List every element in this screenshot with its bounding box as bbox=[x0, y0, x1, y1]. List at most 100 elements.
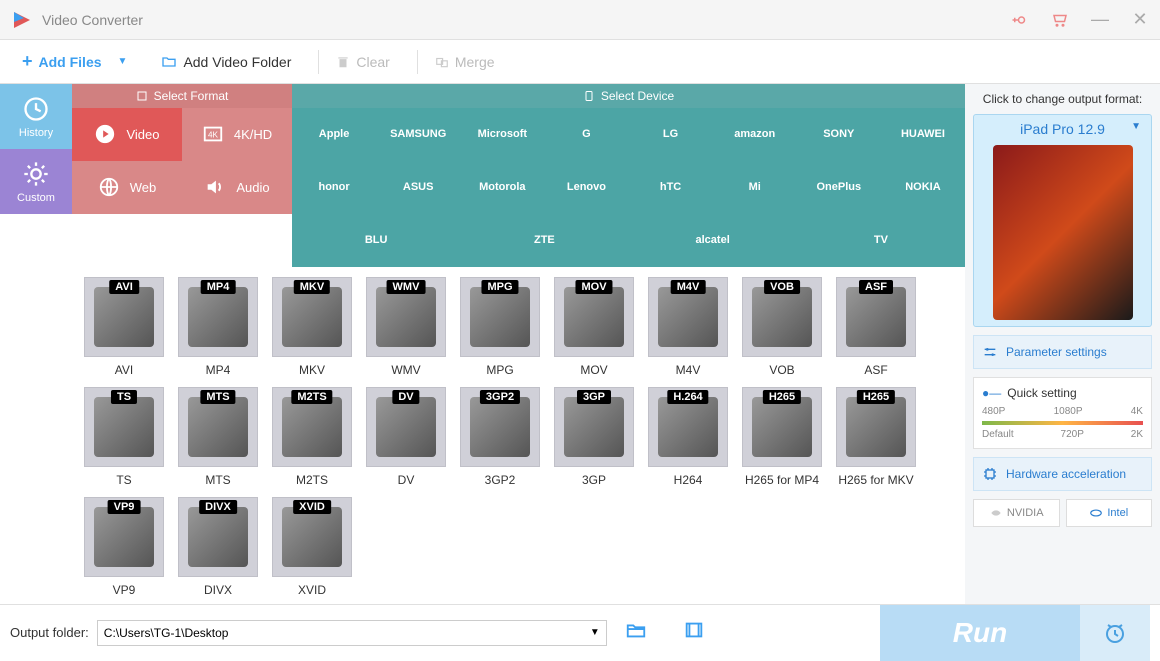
merge-button[interactable]: Merge bbox=[423, 48, 507, 76]
parameter-settings-button[interactable]: Parameter settings bbox=[973, 335, 1152, 369]
device-brand-asus[interactable]: ASUS bbox=[376, 161, 460, 214]
device-brand-oneplus[interactable]: OnePlus bbox=[797, 161, 881, 214]
device-brand-lenovo[interactable]: Lenovo bbox=[544, 161, 628, 214]
parameter-settings-label: Parameter settings bbox=[1006, 345, 1107, 359]
category-audio[interactable]: Audio bbox=[182, 161, 292, 214]
format-wmv[interactable]: WMVWMV bbox=[364, 277, 448, 377]
open-folder-button[interactable] bbox=[625, 619, 647, 647]
format-m2ts[interactable]: M2TSM2TS bbox=[270, 387, 354, 487]
device-brand-label: Mi bbox=[749, 181, 761, 193]
device-brand-alcatel[interactable]: alcatel bbox=[629, 214, 797, 267]
format-label: MTS bbox=[205, 473, 230, 487]
device-brand-nokia[interactable]: NOKIA bbox=[881, 161, 965, 214]
device-brand-honor[interactable]: honor bbox=[292, 161, 376, 214]
film-button[interactable] bbox=[683, 619, 705, 647]
format-thumb-box: 3GP bbox=[554, 387, 634, 467]
format-m4v[interactable]: M4VM4V bbox=[646, 277, 730, 377]
format-label: WMV bbox=[391, 363, 420, 377]
device-brand-g[interactable]: G bbox=[544, 108, 628, 161]
format-mpg[interactable]: MPGMPG bbox=[458, 277, 542, 377]
format-thumb-box: VOB bbox=[742, 277, 822, 357]
device-brand-motorola[interactable]: Motorola bbox=[460, 161, 544, 214]
add-folder-label: Add Video Folder bbox=[183, 54, 291, 70]
format-thumb-icon bbox=[658, 397, 718, 457]
output-folder-path: C:\Users\TG-1\Desktop bbox=[104, 626, 229, 640]
device-brand-mi[interactable]: Mi bbox=[713, 161, 797, 214]
format-badge: DV bbox=[392, 390, 419, 404]
device-brand-lg[interactable]: LG bbox=[629, 108, 713, 161]
format-dv[interactable]: DVDV bbox=[364, 387, 448, 487]
format-badge: MKV bbox=[294, 280, 330, 294]
nvidia-chip[interactable]: NVIDIA bbox=[973, 499, 1060, 527]
device-brand-tv[interactable]: TV bbox=[797, 214, 965, 267]
device-brand-amazon[interactable]: amazon bbox=[713, 108, 797, 161]
device-brand-htc[interactable]: hTC bbox=[629, 161, 713, 214]
format-3gp[interactable]: 3GP3GP bbox=[552, 387, 636, 487]
format-xvid[interactable]: XVIDXVID bbox=[270, 497, 354, 597]
format-mp4[interactable]: MP4MP4 bbox=[176, 277, 260, 377]
select-device-tab[interactable]: Select Device bbox=[292, 84, 965, 108]
format-vob[interactable]: VOBVOB bbox=[740, 277, 824, 377]
close-button[interactable]: ✕ bbox=[1130, 10, 1150, 30]
format-thumb-icon bbox=[282, 287, 342, 347]
intel-chip[interactable]: Intel bbox=[1066, 499, 1153, 527]
format-divx[interactable]: DIVXDIVX bbox=[176, 497, 260, 597]
format-badge: AVI bbox=[109, 280, 139, 294]
device-brand-sony[interactable]: SONY bbox=[797, 108, 881, 161]
hardware-accel-button[interactable]: Hardware acceleration bbox=[973, 457, 1152, 491]
format-ts[interactable]: TSTS bbox=[82, 387, 166, 487]
category-video[interactable]: Video bbox=[72, 108, 182, 161]
format-thumb-box: H.264 bbox=[648, 387, 728, 467]
device-brand-label: SAMSUNG bbox=[390, 128, 446, 140]
key-icon[interactable] bbox=[1010, 10, 1030, 30]
clear-button[interactable]: Clear bbox=[324, 48, 401, 76]
quality-slider[interactable] bbox=[982, 421, 1143, 425]
format-mov[interactable]: MOVMOV bbox=[552, 277, 636, 377]
format-thumb-box: M4V bbox=[648, 277, 728, 357]
format-3gp2[interactable]: 3GP23GP2 bbox=[458, 387, 542, 487]
device-brand-label: Lenovo bbox=[567, 181, 606, 193]
format-label: 3GP2 bbox=[485, 473, 516, 487]
category-web[interactable]: Web bbox=[72, 161, 182, 214]
run-button[interactable]: Run bbox=[880, 605, 1080, 661]
format-asf[interactable]: ASFASF bbox=[834, 277, 918, 377]
minimize-button[interactable]: — bbox=[1090, 10, 1110, 30]
schedule-button[interactable] bbox=[1080, 605, 1150, 661]
format-thumb-icon bbox=[94, 507, 154, 567]
device-brand-samsung[interactable]: SAMSUNG bbox=[376, 108, 460, 161]
format-mkv[interactable]: MKVMKV bbox=[270, 277, 354, 377]
format-header: Select Format Select Device bbox=[72, 84, 965, 108]
device-brand-zte[interactable]: ZTE bbox=[460, 214, 628, 267]
add-files-button[interactable]: + Add Files ▼ bbox=[10, 45, 139, 78]
category-4k-hd[interactable]: 4K 4K/HD bbox=[182, 108, 292, 161]
device-brand-huawei[interactable]: HUAWEI bbox=[881, 108, 965, 161]
cart-icon[interactable] bbox=[1050, 10, 1070, 30]
gear-icon bbox=[22, 160, 50, 188]
custom-button[interactable]: Custom bbox=[0, 149, 72, 214]
format-h264[interactable]: H.264H264 bbox=[646, 387, 730, 487]
format-thumb-icon bbox=[846, 287, 906, 347]
format-avi[interactable]: AVIAVI bbox=[82, 277, 166, 377]
format-vp9[interactable]: VP9VP9 bbox=[82, 497, 166, 597]
format-thumb-box: XVID bbox=[272, 497, 352, 577]
device-brand-label: ASUS bbox=[403, 181, 434, 193]
format-label: M4V bbox=[676, 363, 701, 377]
history-button[interactable]: History bbox=[0, 84, 72, 149]
format-mts[interactable]: MTSMTS bbox=[176, 387, 260, 487]
select-format-tab[interactable]: Select Format bbox=[72, 84, 292, 108]
format-h265-for-mkv[interactable]: H265H265 for MKV bbox=[834, 387, 918, 487]
format-thumb-icon bbox=[564, 287, 624, 347]
format-thumb-icon bbox=[188, 507, 248, 567]
sliders-icon bbox=[982, 344, 998, 360]
device-brand-microsoft[interactable]: Microsoft bbox=[460, 108, 544, 161]
add-folder-button[interactable]: Add Video Folder bbox=[149, 48, 303, 76]
device-brand-blu[interactable]: BLU bbox=[292, 214, 460, 267]
svg-text:4K: 4K bbox=[208, 131, 219, 140]
output-folder-input[interactable]: C:\Users\TG-1\Desktop ▼ bbox=[97, 620, 607, 646]
format-thumb-icon bbox=[376, 287, 436, 347]
device-brand-apple[interactable]: Apple bbox=[292, 108, 376, 161]
device-brand-label: amazon bbox=[734, 128, 775, 140]
format-thumb-icon bbox=[94, 397, 154, 457]
output-preview[interactable]: iPad Pro 12.9 ▼ bbox=[973, 114, 1152, 327]
format-h265-for-mp4[interactable]: H265H265 for MP4 bbox=[740, 387, 824, 487]
